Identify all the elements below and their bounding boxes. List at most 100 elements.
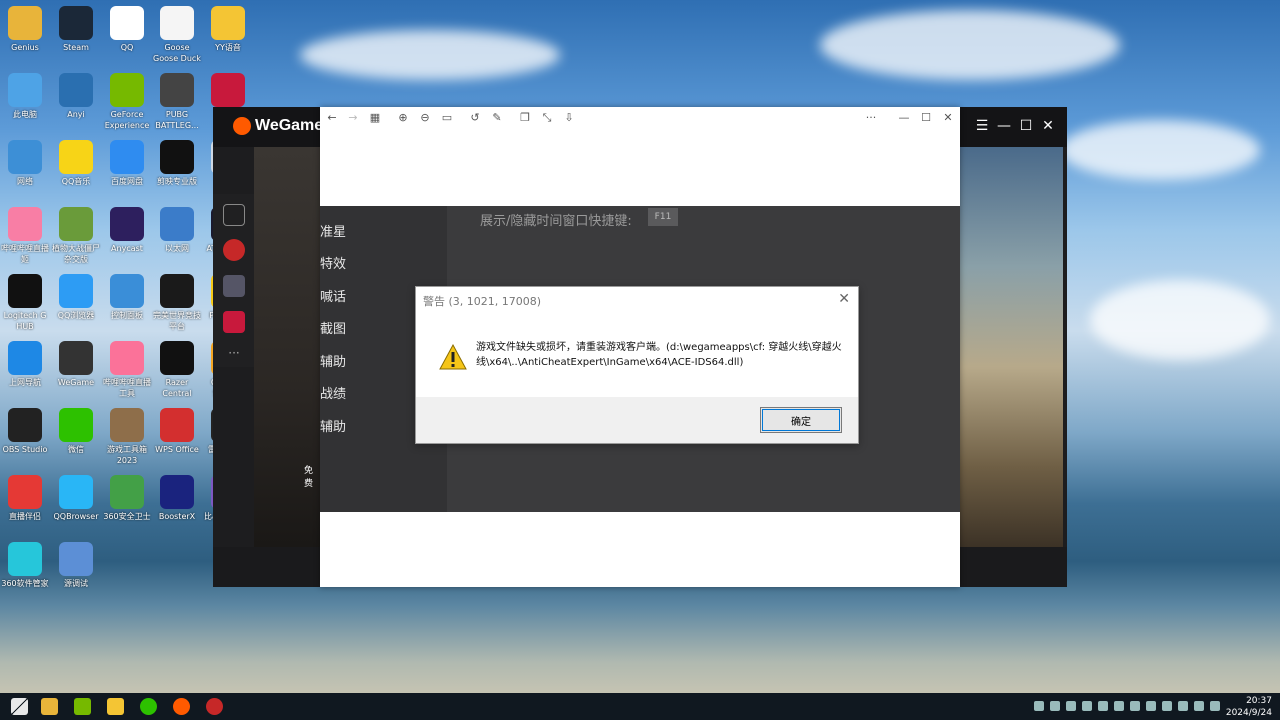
desktop-icon[interactable]: Steam	[51, 6, 101, 53]
desktop-icon[interactable]: Anyi	[51, 73, 101, 120]
valorant-game-icon[interactable]	[223, 311, 245, 333]
system-tray[interactable]	[1034, 701, 1220, 711]
viewer-close-button[interactable]: ✕	[941, 111, 955, 125]
desktop-icon[interactable]: 源调试	[51, 542, 101, 589]
desktop-icon-label: QQ	[120, 43, 134, 52]
more-icon[interactable]: ···	[864, 111, 878, 125]
wegame-banner-right	[960, 147, 1063, 547]
crop-icon[interactable]: ⤡	[540, 111, 554, 125]
menu-item-assist: 辅助	[320, 355, 347, 370]
desktop-icon[interactable]: 剪映专业版	[152, 140, 202, 187]
desktop-icon[interactable]: Razer Central	[152, 341, 202, 399]
ok-button[interactable]: 确定	[760, 407, 842, 433]
desktop-icon[interactable]: PUBG BATTLEG...	[152, 73, 202, 131]
desktop-icon[interactable]: 植物大战僵尸杂交版	[51, 207, 101, 265]
wechat-taskbar-icon[interactable]	[140, 698, 157, 715]
rotate-icon[interactable]: ↺	[468, 111, 482, 125]
desktop-icon[interactable]: Anycast	[102, 207, 152, 254]
desktop-icon[interactable]: 此电脑	[0, 73, 50, 120]
desktop-icon[interactable]: YY语音	[203, 6, 253, 53]
tray-icon[interactable]	[1098, 701, 1108, 711]
desktop-icon-label: GeForce Experience	[104, 110, 150, 130]
live-companion-icon	[8, 475, 42, 509]
cloud	[820, 10, 1120, 80]
tray-icon[interactable]	[1162, 701, 1172, 711]
tray-icon[interactable]	[1050, 701, 1060, 711]
desktop-icon[interactable]: 百度网盘	[102, 140, 152, 187]
zoom-out-icon[interactable]: ⊖	[418, 111, 432, 125]
pubg-game-icon[interactable]	[223, 275, 245, 297]
tray-icon[interactable]	[1178, 701, 1188, 711]
close-button[interactable]: ✕	[1039, 118, 1057, 134]
desktop-icon[interactable]: WeGame	[51, 341, 101, 388]
bilibili-icon	[110, 341, 144, 375]
desktop-icon[interactable]: 以太网	[152, 207, 202, 254]
desktop-icon[interactable]: QQ	[102, 6, 152, 53]
tray-icon[interactable]	[1194, 701, 1204, 711]
desktop-icon[interactable]: OBS Studio	[0, 408, 50, 455]
viewer-maximize-button[interactable]: ☐	[919, 111, 933, 125]
tray-icon[interactable]	[1082, 701, 1092, 711]
yy-icon	[211, 6, 245, 40]
back-arrow-icon[interactable]: ←	[325, 111, 339, 125]
desktop-icon-label: QQ浏览器	[57, 311, 95, 320]
file-explorer-icon[interactable]	[41, 698, 58, 715]
viewer-minimize-button[interactable]: —	[897, 111, 911, 125]
grid-icon[interactable]: ▦	[368, 111, 382, 125]
desktop-icon[interactable]: 游戏工具箱2023	[102, 408, 152, 466]
anyi-icon	[59, 73, 93, 107]
desktop-icon[interactable]: Genius	[0, 6, 50, 53]
desktop-icon[interactable]	[203, 73, 253, 109]
desktop-icon-label: WPS Office	[155, 445, 199, 454]
tray-icon[interactable]	[1034, 701, 1044, 711]
tray-icon[interactable]	[1210, 701, 1220, 711]
desktop-icon[interactable]: Logitech G HUB	[0, 274, 50, 332]
desktop-icon[interactable]: QQ音乐	[51, 140, 101, 187]
desktop-icon[interactable]: 哔哩哔哩直播姬	[0, 207, 50, 265]
minimize-button[interactable]: —	[995, 118, 1013, 134]
edit-icon[interactable]: ✎	[490, 111, 504, 125]
maximize-button[interactable]: ☐	[1017, 118, 1035, 134]
game-taskbar-icon[interactable]	[206, 698, 223, 715]
desktop-icon[interactable]: 控制面板	[102, 274, 152, 321]
clock[interactable]: 20:37 2024/9/24	[1226, 695, 1272, 719]
desktop-icon[interactable]: 完美世界竞技平台	[152, 274, 202, 332]
desktop-icon[interactable]: WPS Office	[152, 408, 202, 455]
desktop-icon[interactable]: 360安全卫士	[102, 475, 152, 522]
more-games-icon[interactable]: ···	[223, 346, 245, 368]
desktop-icon[interactable]: Goose Goose Duck	[152, 6, 202, 64]
desktop-icon[interactable]: 微信	[51, 408, 101, 455]
desktop-icon[interactable]: 上网导航	[0, 341, 50, 388]
zoom-in-icon[interactable]: ⊕	[396, 111, 410, 125]
360-security-icon	[110, 475, 144, 509]
desktop-icon-label: 哔哩哔哩直播工具	[103, 378, 151, 398]
wegame-taskbar-icon[interactable]	[173, 698, 190, 715]
warning-dialog[interactable]: 警告 (3, 1021, 17008) ✕ 游戏文件缺失或损坏，请重装游戏客户端…	[415, 286, 859, 444]
desktop-icon[interactable]: 360软件管家	[0, 542, 50, 589]
tray-icon[interactable]	[1130, 701, 1140, 711]
tray-icon[interactable]	[1146, 701, 1156, 711]
start-icon[interactable]	[11, 698, 28, 715]
desktop-icon[interactable]: BoosterX	[152, 475, 202, 522]
dialog-close-button[interactable]: ✕	[838, 291, 850, 307]
game-icon[interactable]	[223, 204, 245, 226]
fit-icon[interactable]: ▭	[440, 111, 454, 125]
dialog-title: 警告 (3, 1021, 17008)	[423, 295, 542, 308]
desktop-icon-label: 网络	[17, 177, 33, 186]
tray-icon[interactable]	[1114, 701, 1124, 711]
save-icon[interactable]: ⇩	[562, 111, 576, 125]
desktop-icon[interactable]: 直播伴侣	[0, 475, 50, 522]
nvidia-taskbar-icon[interactable]	[74, 698, 91, 715]
desktop-icon-label: PUBG BATTLEG...	[155, 110, 199, 130]
yy-taskbar-icon[interactable]	[107, 698, 124, 715]
tray-icon[interactable]	[1066, 701, 1076, 711]
desktop-icon[interactable]: QQ浏览器	[51, 274, 101, 321]
desktop-icon[interactable]: GeForce Experience	[102, 73, 152, 131]
desktop-icon[interactable]: 哔哩哔哩直播工具	[102, 341, 152, 399]
forward-arrow-icon[interactable]: →	[346, 111, 360, 125]
desktop-icon[interactable]: QQBrowser	[51, 475, 101, 522]
menu-icon[interactable]: ☰	[973, 118, 991, 134]
desktop-icon[interactable]: 网络	[0, 140, 50, 187]
copy-icon[interactable]: ❐	[518, 111, 532, 125]
crossfire-icon[interactable]	[223, 239, 245, 261]
